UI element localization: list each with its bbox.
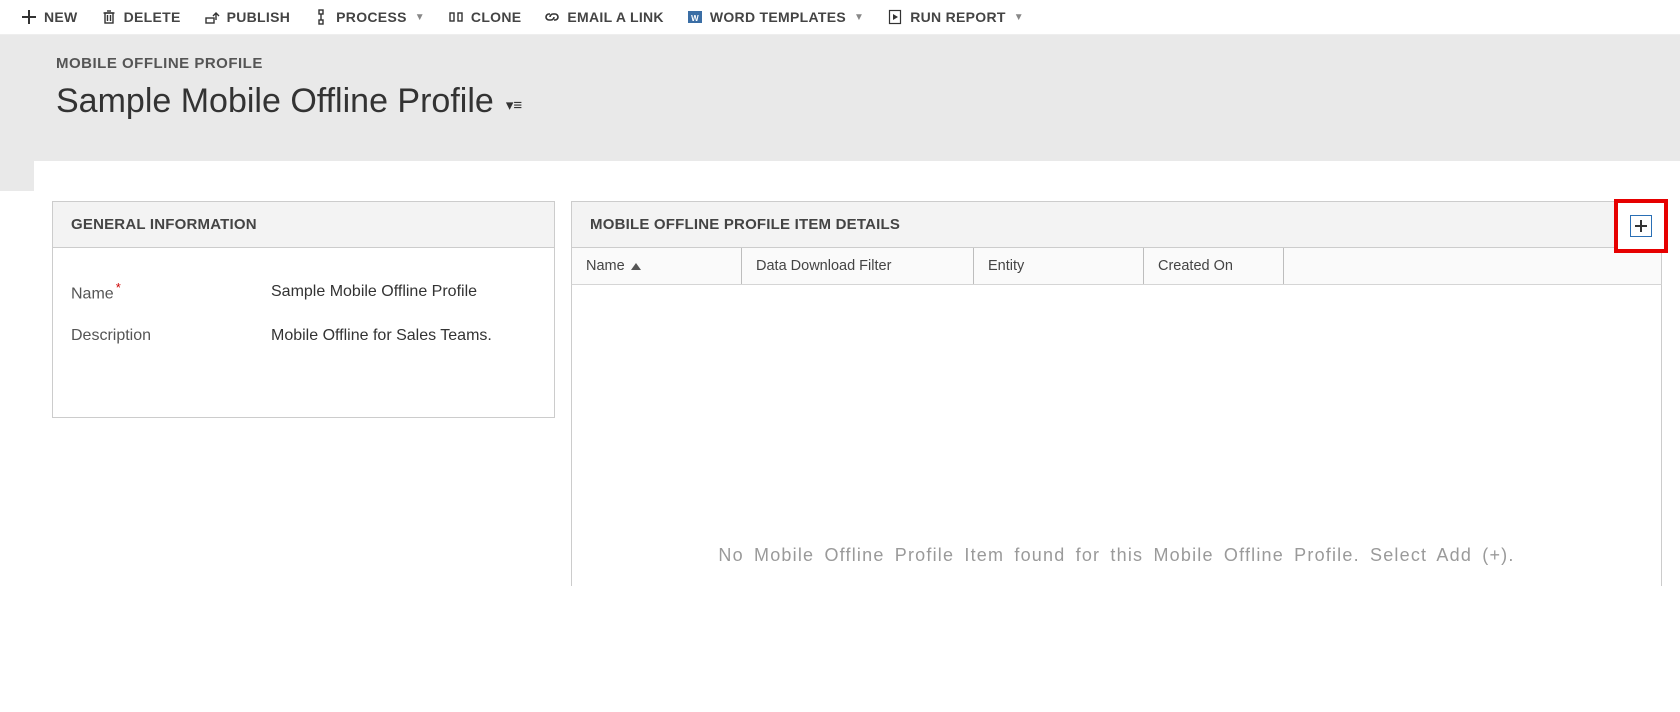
- general-panel-title: GENERAL INFORMATION: [53, 202, 554, 248]
- clone-icon: [447, 8, 465, 26]
- name-label: Name*: [71, 280, 271, 303]
- column-spacer: [1284, 256, 1661, 276]
- grid-body: No Mobile Offline Profile Item found for…: [571, 285, 1662, 586]
- publish-button[interactable]: PUBLISH: [203, 8, 291, 26]
- description-value[interactable]: Mobile Offline for Sales Teams.: [271, 327, 492, 345]
- general-information-panel: GENERAL INFORMATION Name* Sample Mobile …: [52, 201, 555, 418]
- sort-ascending-icon: [631, 263, 641, 270]
- new-button[interactable]: NEW: [20, 8, 78, 26]
- process-label: PROCESS: [336, 9, 407, 25]
- publish-label: PUBLISH: [227, 9, 291, 25]
- column-data-download-filter[interactable]: Data Download Filter: [742, 248, 974, 284]
- title-dropdown-icon[interactable]: ▾≡: [506, 90, 522, 114]
- run-report-label: RUN REPORT: [910, 9, 1006, 25]
- description-row: Description Mobile Offline for Sales Tea…: [71, 315, 536, 357]
- report-icon: [886, 8, 904, 26]
- publish-icon: [203, 8, 221, 26]
- new-label: NEW: [44, 9, 78, 25]
- plus-icon: [1630, 215, 1652, 237]
- details-panel-header: MOBILE OFFLINE PROFILE ITEM DETAILS: [571, 201, 1662, 248]
- word-icon: W: [686, 8, 704, 26]
- description-label: Description: [71, 327, 271, 345]
- page-title: Sample Mobile Offline Profile: [56, 82, 494, 121]
- name-value[interactable]: Sample Mobile Offline Profile: [271, 283, 477, 301]
- breadcrumb: MOBILE OFFLINE PROFILE: [56, 55, 1624, 72]
- process-button[interactable]: PROCESS ▼: [312, 8, 425, 26]
- general-form-rows: Name* Sample Mobile Offline Profile Desc…: [53, 248, 554, 417]
- email-link-button[interactable]: EMAIL A LINK: [543, 8, 663, 26]
- column-name[interactable]: Name: [572, 248, 742, 284]
- delete-button[interactable]: DELETE: [100, 8, 181, 26]
- clone-label: CLONE: [471, 9, 522, 25]
- word-templates-button[interactable]: W WORD TEMPLATES ▼: [686, 8, 864, 26]
- link-icon: [543, 8, 561, 26]
- required-indicator: *: [116, 280, 121, 295]
- command-bar: NEW DELETE PUBLISH PROCESS ▼ CLONE EMAIL…: [0, 0, 1680, 35]
- page-title-row: Sample Mobile Offline Profile ▾≡: [56, 82, 1624, 121]
- delete-label: DELETE: [124, 9, 181, 25]
- chevron-down-icon: ▼: [854, 12, 864, 23]
- chevron-down-icon: ▼: [1014, 12, 1024, 23]
- empty-grid-message: No Mobile Offline Profile Item found for…: [592, 545, 1641, 566]
- details-panel-title: MOBILE OFFLINE PROFILE ITEM DETAILS: [590, 216, 900, 233]
- svg-text:W: W: [691, 14, 699, 23]
- item-details-panel: MOBILE OFFLINE PROFILE ITEM DETAILS Name…: [571, 201, 1662, 586]
- plus-icon: [20, 8, 38, 26]
- add-item-button[interactable]: [1614, 199, 1668, 253]
- email-link-label: EMAIL A LINK: [567, 9, 663, 25]
- column-created-on[interactable]: Created On: [1144, 248, 1284, 284]
- clone-button[interactable]: CLONE: [447, 8, 522, 26]
- column-entity[interactable]: Entity: [974, 248, 1144, 284]
- form-body: GENERAL INFORMATION Name* Sample Mobile …: [34, 161, 1680, 586]
- run-report-button[interactable]: RUN REPORT ▼: [886, 8, 1024, 26]
- name-row: Name* Sample Mobile Offline Profile: [71, 268, 536, 315]
- trash-icon: [100, 8, 118, 26]
- process-icon: [312, 8, 330, 26]
- word-templates-label: WORD TEMPLATES: [710, 9, 846, 25]
- grid-header-row: Name Data Download Filter Entity Created…: [571, 248, 1662, 285]
- chevron-down-icon: ▼: [415, 12, 425, 23]
